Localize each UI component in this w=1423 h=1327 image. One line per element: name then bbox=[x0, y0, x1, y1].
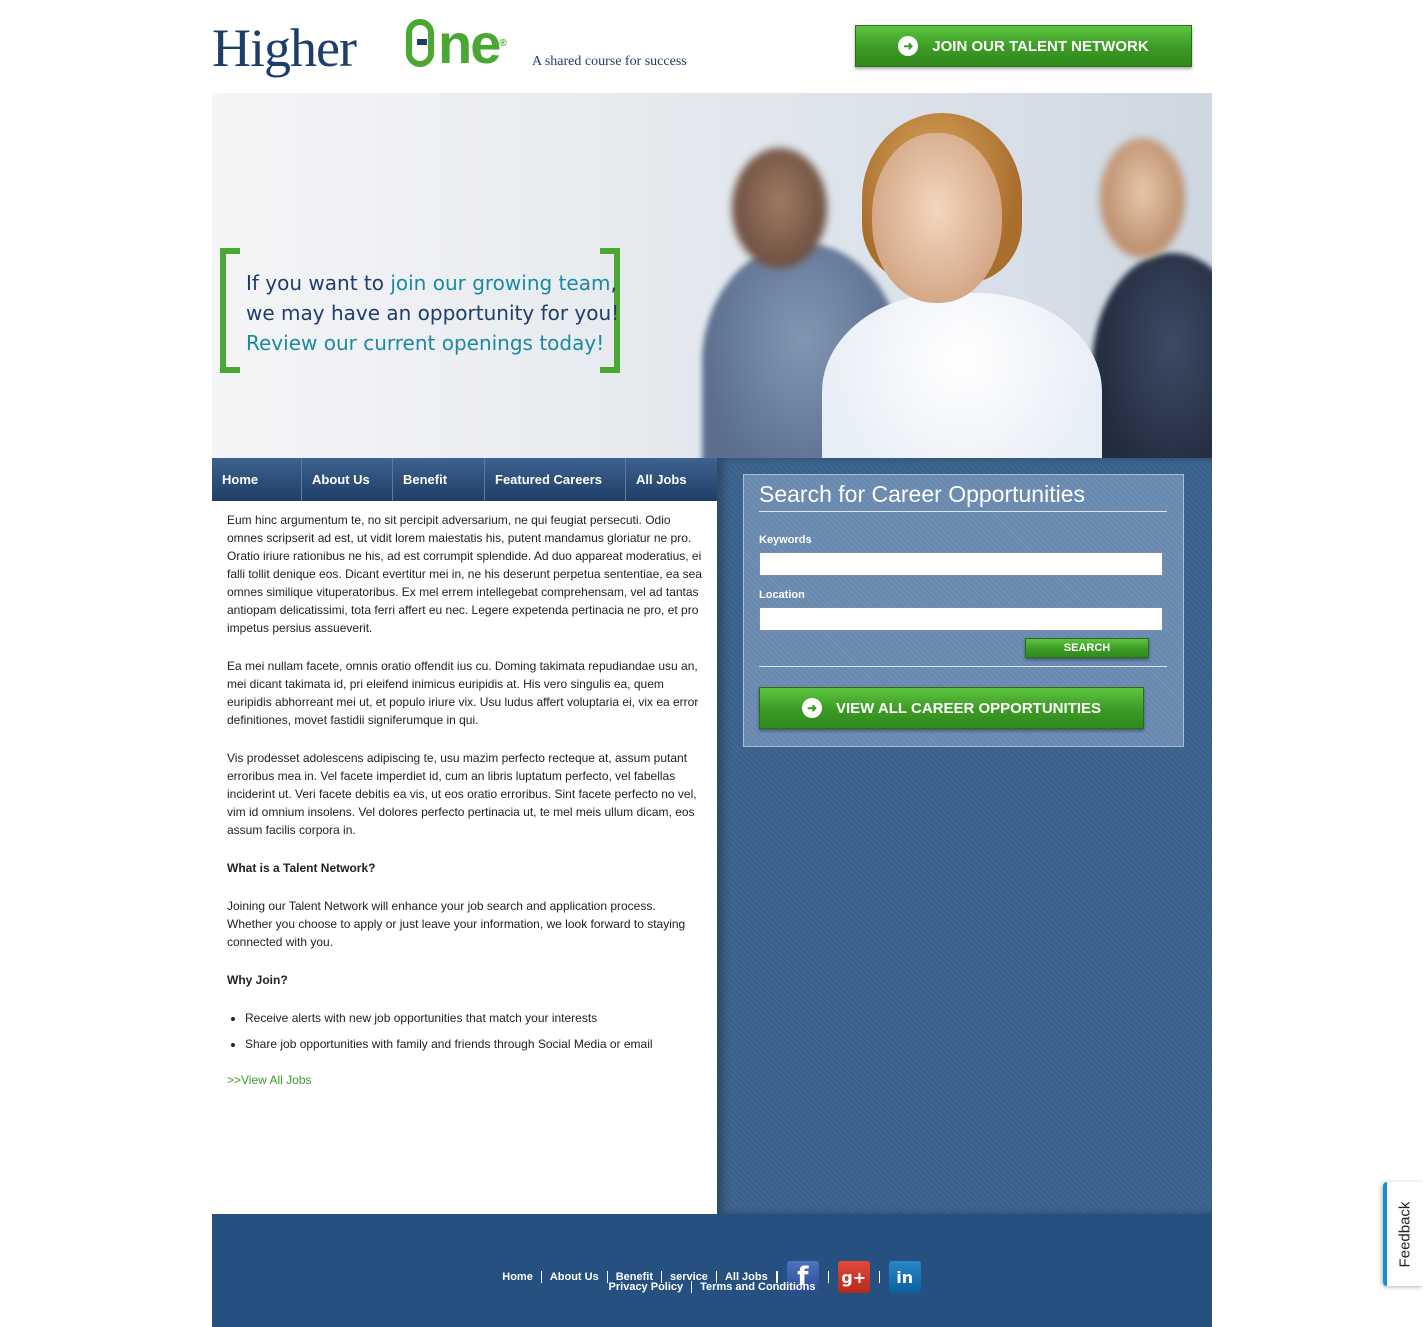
logo-tagline: A shared course for success bbox=[532, 54, 687, 69]
logo-bracket-icon bbox=[406, 19, 434, 67]
hero-line-1-accent: join our growing team bbox=[390, 271, 611, 295]
hero-photo-person-right bbox=[1092, 253, 1212, 458]
join-talent-network-label: JOIN OUR TALENT NETWORK bbox=[932, 37, 1149, 55]
view-all-career-opportunities-label: VIEW ALL CAREER OPPORTUNITIES bbox=[835, 699, 1102, 717]
logo-word-one-text: ne bbox=[438, 12, 501, 75]
main-nav: Home About Us Benefit Featured Careers A… bbox=[212, 458, 717, 501]
arrow-right-icon: ➜ bbox=[898, 36, 919, 56]
why-join-heading: Why Join? bbox=[227, 973, 288, 987]
career-search-box: Search for Career Opportunities Keywords… bbox=[743, 474, 1184, 747]
hero-line-1-c: , bbox=[610, 271, 617, 295]
hero-line-2: we may have an opportunity for you! bbox=[246, 301, 620, 325]
nav-item-all-jobs[interactable]: All Jobs bbox=[626, 458, 717, 501]
search-title: Search for Career Opportunities bbox=[759, 481, 1085, 507]
footer-legal-links: Privacy Policy Terms and Conditions bbox=[212, 1281, 1212, 1293]
footer-link-privacy-policy[interactable]: Privacy Policy bbox=[601, 1281, 693, 1293]
hero-banner: If you want to join our growing team, we… bbox=[212, 93, 1212, 458]
feedback-tab[interactable]: Feedback bbox=[1383, 1182, 1423, 1286]
view-all-jobs-link[interactable]: >>View All Jobs bbox=[227, 1073, 312, 1087]
hero-line-3: Review our current openings today! bbox=[246, 331, 605, 355]
divider bbox=[759, 666, 1167, 667]
keywords-input[interactable] bbox=[759, 552, 1163, 576]
hero-photo-person-left-head bbox=[732, 148, 827, 268]
hero-photo-person-center bbox=[822, 293, 1102, 458]
hero-photo-person-center-head bbox=[872, 133, 1002, 303]
join-talent-network-button[interactable]: ➜ JOIN OUR TALENT NETWORK bbox=[855, 25, 1192, 67]
hero-photo-person-right-head bbox=[1100, 138, 1185, 258]
footer-link-terms[interactable]: Terms and Conditions bbox=[692, 1281, 823, 1293]
hero-bracket-left bbox=[220, 248, 240, 373]
hero-line-1: If you want to join our growing team, bbox=[246, 268, 619, 298]
list-item: Receive alerts with new job opportunitie… bbox=[245, 1009, 702, 1027]
registered-mark: ® bbox=[499, 38, 507, 49]
logo-word-one: ne® bbox=[406, 12, 507, 75]
hero-text: If you want to join our growing team, we… bbox=[246, 268, 619, 358]
nav-item-home[interactable]: Home bbox=[212, 458, 302, 501]
hero-line-1-a: If you want to bbox=[246, 271, 391, 295]
nav-item-about-us[interactable]: About Us bbox=[302, 458, 393, 501]
content-paragraph-3: Vis prodesset adolescens adipiscing te, … bbox=[227, 751, 697, 837]
location-input[interactable] bbox=[759, 607, 1163, 631]
nav-item-benefit[interactable]: Benefit bbox=[393, 458, 485, 501]
footer: Home About Us Benefit service All Jobs f… bbox=[212, 1214, 1212, 1327]
location-label: Location bbox=[759, 589, 805, 601]
nav-item-featured-careers[interactable]: Featured Careers bbox=[485, 458, 626, 501]
content-paragraph-2: Ea mei nullam facete, omnis oratio offen… bbox=[227, 659, 699, 727]
keywords-label: Keywords bbox=[759, 534, 812, 546]
arrow-right-icon: ➜ bbox=[801, 698, 822, 718]
content-paragraph-1: Eum hinc argumentum te, no sit percipit … bbox=[227, 513, 702, 635]
divider bbox=[759, 511, 1167, 512]
hero-message: If you want to join our growing team, we… bbox=[220, 248, 620, 373]
feedback-label: Feedback bbox=[1396, 1201, 1414, 1267]
higher-one-logo[interactable]: Higher ne® A shared course for success bbox=[212, 12, 732, 79]
talent-network-paragraph: Joining our Talent Network will enhance … bbox=[227, 899, 686, 949]
list-item: Share job opportunities with family and … bbox=[245, 1035, 702, 1053]
logo-word-higher: Higher bbox=[212, 18, 357, 78]
search-sidebar: Search for Career Opportunities Keywords… bbox=[717, 458, 1212, 1214]
view-all-career-opportunities-button[interactable]: ➜ VIEW ALL CAREER OPPORTUNITIES bbox=[759, 687, 1144, 729]
talent-network-heading: What is a Talent Network? bbox=[227, 861, 376, 875]
search-button[interactable]: SEARCH bbox=[1025, 638, 1149, 658]
main-content: Eum hinc argumentum te, no sit percipit … bbox=[227, 511, 702, 1089]
why-join-list: Receive alerts with new job opportunitie… bbox=[227, 1009, 702, 1053]
